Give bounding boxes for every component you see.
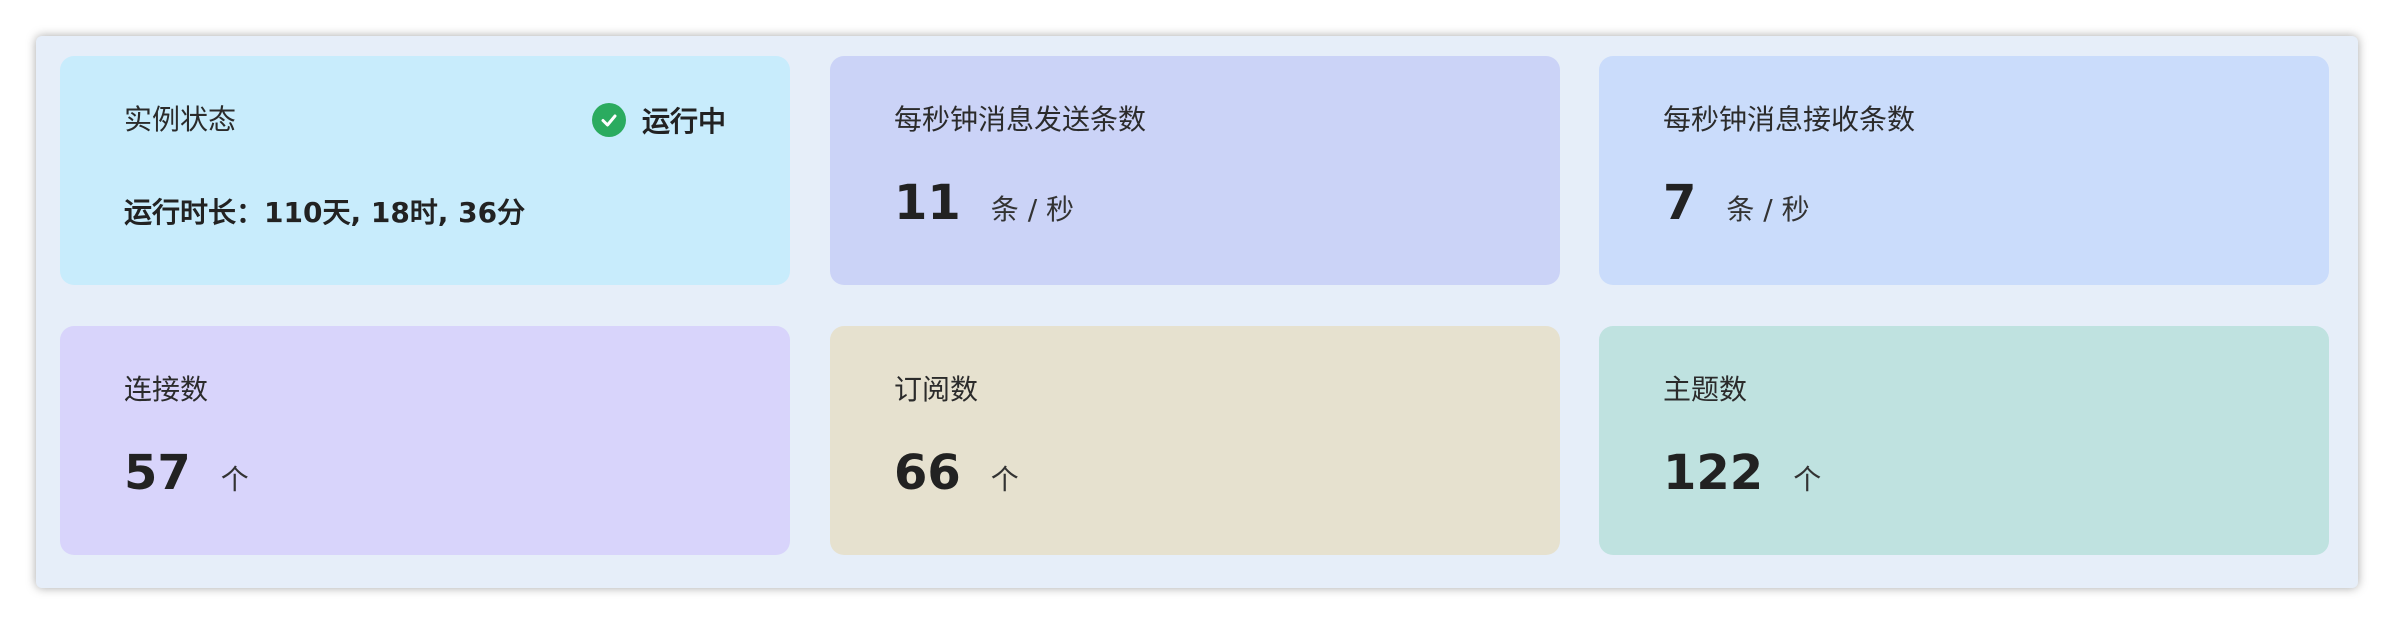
receive-rate-label: 每秒钟消息接收条数 bbox=[1663, 103, 1916, 136]
receive-rate-unit: 条 / 秒 bbox=[1726, 193, 1810, 226]
topics-metric: 122 个 bbox=[1663, 443, 1821, 503]
status-text: 运行中 bbox=[641, 105, 726, 138]
subscriptions-card: 订阅数 66 个 bbox=[830, 326, 1560, 555]
topics-label: 主题数 bbox=[1663, 373, 1748, 406]
topics-unit: 个 bbox=[1793, 463, 1822, 496]
subscriptions-label: 订阅数 bbox=[894, 373, 979, 406]
instance-status-card: 实例状态 运行中 运行时长：110天, 18时, 36分 bbox=[60, 56, 790, 285]
subscriptions-metric: 66 个 bbox=[894, 443, 1019, 503]
subscriptions-value: 66 bbox=[894, 445, 961, 501]
uptime-text: 运行时长：110天, 18时, 36分 bbox=[124, 196, 526, 229]
connections-value: 57 bbox=[124, 445, 191, 501]
send-rate-value: 11 bbox=[894, 175, 961, 231]
receive-rate-value: 7 bbox=[1663, 175, 1697, 231]
send-rate-metric: 11 条 / 秒 bbox=[894, 173, 1074, 233]
send-rate-card: 每秒钟消息发送条数 11 条 / 秒 bbox=[830, 56, 1560, 285]
check-circle-icon bbox=[591, 103, 626, 137]
subscriptions-unit: 个 bbox=[990, 463, 1019, 496]
send-rate-unit: 条 / 秒 bbox=[990, 193, 1075, 226]
receive-rate-card: 每秒钟消息接收条数 7 条 / 秒 bbox=[1599, 56, 2329, 285]
connections-metric: 57 个 bbox=[124, 443, 249, 503]
receive-rate-metric: 7 条 / 秒 bbox=[1663, 173, 1810, 233]
topics-value: 122 bbox=[1663, 445, 1764, 501]
connections-label: 连接数 bbox=[124, 373, 209, 406]
connections-card: 连接数 57 个 bbox=[60, 326, 790, 555]
running-status: 运行中 bbox=[591, 103, 726, 138]
instance-status-label: 实例状态 bbox=[124, 103, 237, 136]
overview-panel: 实例状态 运行中 运行时长：110天, 18时, 36分 每秒钟消息发送条数 1… bbox=[36, 36, 2358, 588]
send-rate-label: 每秒钟消息发送条数 bbox=[894, 103, 1147, 136]
topics-card: 主题数 122 个 bbox=[1599, 326, 2329, 555]
connections-unit: 个 bbox=[220, 463, 249, 496]
